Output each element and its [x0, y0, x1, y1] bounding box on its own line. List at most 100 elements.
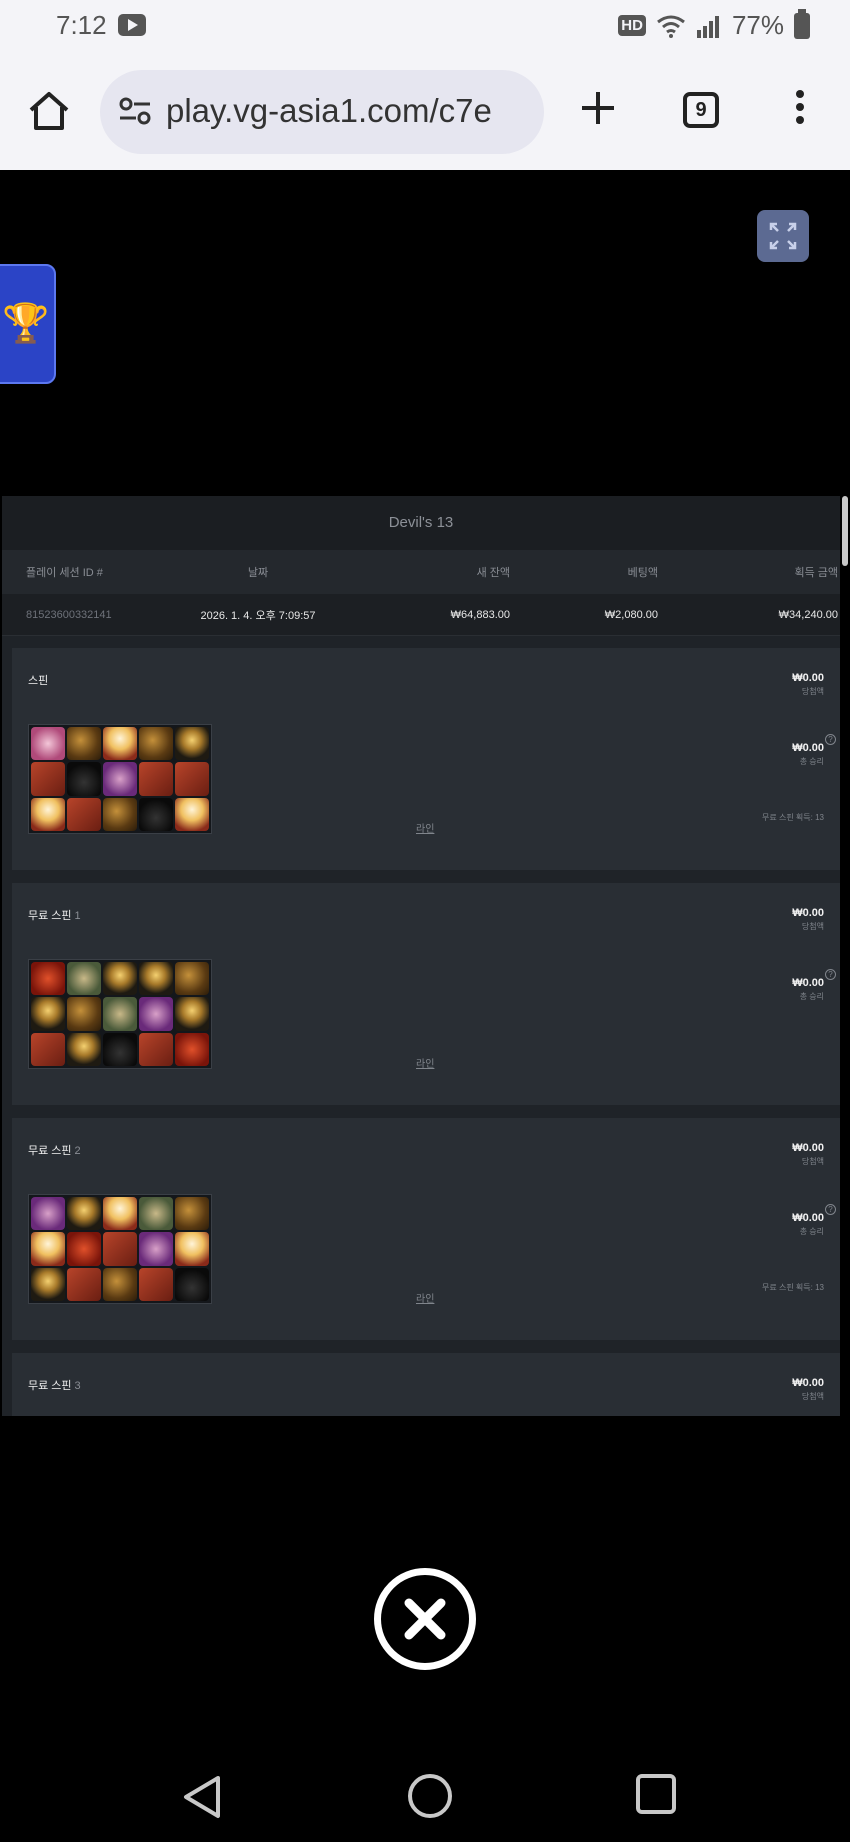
hd-icon: HD — [618, 15, 646, 36]
book-symbol — [175, 762, 209, 796]
close-button[interactable] — [374, 1568, 476, 1670]
book-symbol — [139, 762, 173, 796]
spin-total-label: 총 승리 — [799, 757, 824, 766]
column-header-date: 날짜 — [247, 567, 269, 579]
trophy-icon: 🏆 — [2, 303, 50, 345]
site-settings-icon[interactable] — [118, 96, 152, 126]
spin-win-amount: ₩0.00 — [792, 1377, 824, 1389]
spin-card: 무료 스핀 3 ₩0.00 당첨액 — [12, 1353, 840, 1416]
table-row: 81523600332141 2026. 1. 4. 오후 7:09:57 ₩6… — [2, 594, 840, 636]
spin-label: 스핀 — [28, 675, 49, 687]
scrollbar[interactable] — [842, 496, 848, 566]
game-title: Devil's 13 — [2, 496, 840, 550]
skull-symbol — [103, 997, 137, 1031]
close-icon — [404, 1598, 446, 1640]
spin-label: 무료 스핀 3 — [28, 1380, 81, 1392]
info-icon[interactable]: ? — [825, 969, 836, 980]
win-amount: ₩34,240.00 — [778, 608, 838, 621]
bet-amount: ₩2,080.00 — [604, 608, 658, 621]
spin-win-amount: ₩0.00 — [792, 907, 824, 919]
column-header-session: 플레이 세션 ID # — [26, 567, 103, 579]
more-menu-button[interactable] — [790, 90, 810, 130]
wild-symbol — [103, 727, 137, 761]
bell-symbol — [67, 727, 101, 761]
line-link[interactable]: 라인 — [416, 820, 434, 835]
line-link[interactable]: 라인 — [416, 1055, 434, 1070]
table-header: 플레이 세션 ID # 날짜 새 잔액 베팅액 획득 금액 — [2, 550, 840, 594]
tournament-tab[interactable]: 🏆 — [0, 264, 56, 384]
home-nav-button[interactable] — [408, 1774, 452, 1818]
spin-win-label: 당첨액 — [801, 922, 824, 931]
new-balance: ₩64,883.00 — [450, 608, 510, 621]
spin-label: 무료 스핀 2 — [28, 1145, 81, 1157]
column-header-win: 획득 금액 — [794, 567, 838, 579]
status-time: 7:12 — [56, 10, 107, 40]
candle-symbol — [139, 962, 173, 996]
reel-grid — [28, 959, 212, 1069]
skull-symbol — [67, 962, 101, 996]
spin-label: 무료 스핀 1 — [28, 910, 81, 922]
wifi-icon — [657, 15, 685, 38]
battery-percent: 77% — [731, 10, 784, 40]
youtube-icon — [118, 14, 146, 36]
cat-symbol — [139, 797, 173, 831]
game-area: 🏆 Devil's 13 플레이 세션 ID # 날짜 새 잔액 베팅액 획득 … — [0, 170, 850, 1752]
demon-symbol — [67, 1232, 101, 1266]
demon-symbol — [175, 1032, 209, 1066]
spin-total-amount: ₩0.00 — [792, 1212, 824, 1224]
candle-symbol — [31, 1267, 65, 1301]
tab-switcher-button[interactable]: 9 — [683, 92, 719, 128]
book-symbol — [31, 762, 65, 796]
skull-symbol — [139, 1197, 173, 1231]
book-symbol — [139, 1267, 173, 1301]
spin-win-amount: ₩0.00 — [792, 1142, 824, 1154]
back-button[interactable] — [180, 1774, 224, 1820]
recents-button[interactable] — [636, 1774, 676, 1814]
spin-card: 무료 스핀 2 ₩0.00 당첨액 ₩0.00 ? 총 승리 무료 스핀 획득: … — [12, 1118, 840, 1340]
reel-grid — [28, 724, 212, 834]
book-symbol — [67, 1267, 101, 1301]
info-icon[interactable]: ? — [825, 734, 836, 745]
address-bar[interactable]: play.vg-asia1.com/c7e — [100, 70, 544, 154]
bell-symbol — [139, 727, 173, 761]
wild-symbol — [103, 1197, 137, 1231]
candle-symbol — [175, 997, 209, 1031]
bell-symbol — [103, 797, 137, 831]
book-symbol — [31, 1032, 65, 1066]
free-spins-note: 무료 스핀 획득: 13 — [762, 1283, 824, 1292]
candle-symbol — [67, 1032, 101, 1066]
spin-win-label: 당첨액 — [801, 1157, 824, 1166]
spin-win-label: 당첨액 — [801, 687, 824, 696]
spin-win-amount: ₩0.00 — [792, 672, 824, 684]
spin-win-label: 당첨액 — [801, 1392, 824, 1401]
session-id: 81523600332141 — [26, 608, 112, 621]
info-icon[interactable]: ? — [825, 1204, 836, 1215]
status-bar: 7:12 HD 77% — [0, 0, 850, 52]
demon-symbol — [31, 962, 65, 996]
fullscreen-button[interactable] — [757, 210, 809, 262]
witch-symbol — [139, 997, 173, 1031]
book-symbol — [67, 797, 101, 831]
cat-symbol — [67, 762, 101, 796]
home-button[interactable] — [26, 88, 72, 134]
candle-symbol — [67, 1197, 101, 1231]
cat-symbol — [175, 1267, 209, 1301]
expand-icon — [769, 222, 797, 250]
spin-total-amount: ₩0.00 — [792, 977, 824, 989]
column-header-new-balance: 새 잔액 — [476, 567, 510, 579]
dot-icon — [796, 103, 804, 111]
candle-symbol — [103, 962, 137, 996]
battery-icon — [794, 8, 810, 39]
bell-symbol — [175, 1197, 209, 1231]
line-link[interactable]: 라인 — [416, 1290, 434, 1305]
dot-icon — [796, 90, 804, 98]
url-text[interactable]: play.vg-asia1.com/c7e — [166, 92, 492, 130]
dot-icon — [796, 116, 804, 124]
new-tab-button[interactable] — [578, 88, 618, 128]
browser-toolbar: play.vg-asia1.com/c7e 9 — [0, 52, 850, 170]
wild-symbol — [175, 797, 209, 831]
wild-symbol — [175, 1232, 209, 1266]
spin-card: 무료 스핀 1 ₩0.00 당첨액 ₩0.00 ? 총 승리 라인 — [12, 883, 840, 1105]
navigation-bar — [0, 1752, 850, 1842]
wild-symbol — [31, 797, 65, 831]
